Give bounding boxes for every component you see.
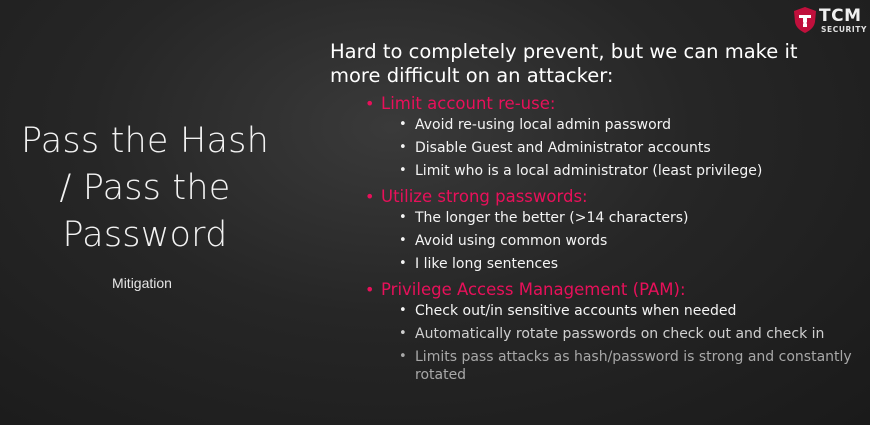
- section-heading: • Limit account re-use:: [330, 92, 860, 115]
- bullet-icon: •: [365, 94, 375, 113]
- list-item: • Avoid using common words: [330, 232, 860, 250]
- tcm-security-logo: TCM SECURITY: [792, 6, 868, 36]
- intro-line: Hard to completely prevent, but we can m…: [330, 40, 798, 63]
- list-item: • I like long sentences: [330, 255, 860, 273]
- section-heading-label: Limit account re-use:: [381, 94, 556, 113]
- logo-brand-subtext: SECURITY: [821, 25, 868, 34]
- list-item-text: I like long sentences: [415, 256, 559, 272]
- list-item: • Disable Guest and Administrator account…: [330, 139, 860, 157]
- list-item-text: Avoid using common words: [415, 233, 608, 249]
- mitigation-sections: • Limit account re-use: • Avoid re-using …: [330, 92, 860, 384]
- list-item-text: Limit who is a local administrator (leas…: [415, 163, 763, 179]
- bullet-icon: •: [399, 256, 407, 271]
- bullet-icon: •: [399, 349, 407, 364]
- list-item-text: Limits pass attacks as hash/password is …: [415, 349, 852, 383]
- list-item: • Limits pass attacks as hash/password is…: [330, 348, 860, 384]
- slide-title-line: Pass the Hash: [21, 121, 269, 161]
- bullet-icon: •: [399, 140, 407, 155]
- slide-title-line: Password: [62, 215, 228, 255]
- section-heading: • Utilize strong passwords:: [330, 185, 860, 208]
- section-strong-passwords: • Utilize strong passwords: • The longer …: [330, 185, 860, 273]
- slide-subtitle: Mitigation: [112, 275, 172, 291]
- slide-title: Pass the Hash / Pass the Password: [0, 118, 290, 259]
- list-item-text: Check out/in sensitive accounts when nee…: [415, 303, 737, 319]
- section-items: • Check out/in sensitive accounts when ne…: [330, 302, 860, 384]
- section-items: • The longer the better (>14 characters) …: [330, 209, 860, 273]
- bullet-icon: •: [365, 187, 375, 206]
- bullet-icon: •: [399, 163, 407, 178]
- list-item: • Limit who is a local administrator (lea…: [330, 162, 860, 180]
- bullet-icon: •: [399, 326, 407, 341]
- logo-brand-text: TCM: [819, 6, 862, 26]
- list-item: • Check out/in sensitive accounts when ne…: [330, 302, 860, 320]
- bullet-icon: •: [399, 117, 407, 132]
- list-item-text: Automatically rotate passwords on check …: [415, 326, 825, 342]
- section-heading-label: Utilize strong passwords:: [381, 187, 588, 206]
- section-heading: • Privilege Access Management (PAM):: [330, 278, 860, 301]
- list-item: • The longer the better (>14 characters): [330, 209, 860, 227]
- slide-title-area: Pass the Hash / Pass the Password Mitiga…: [0, 118, 290, 291]
- list-item: • Avoid re-using local admin password: [330, 116, 860, 134]
- intro-line: more difficult on an attacker:: [330, 64, 614, 87]
- list-item-text: Disable Guest and Administrator accounts: [415, 140, 711, 156]
- bullet-icon: •: [399, 210, 407, 225]
- bullet-icon: •: [365, 280, 375, 299]
- list-item-text: The longer the better (>14 characters): [415, 210, 689, 226]
- section-heading-label: Privilege Access Management (PAM):: [381, 280, 686, 299]
- slide-content: Hard to completely prevent, but we can m…: [330, 40, 860, 389]
- section-pam: • Privilege Access Management (PAM): • Ch…: [330, 278, 860, 384]
- bullet-icon: •: [399, 303, 407, 318]
- presentation-slide: TCM SECURITY Pass the Hash / Pass the Pa…: [0, 0, 870, 425]
- list-item: • Automatically rotate passwords on check…: [330, 325, 860, 343]
- section-items: • Avoid re-using local admin password • Di…: [330, 116, 860, 180]
- slide-title-line: / Pass the: [59, 168, 231, 208]
- tcm-shield-icon: [794, 7, 816, 33]
- list-item-text: Avoid re-using local admin password: [415, 117, 672, 133]
- section-limit-account-reuse: • Limit account re-use: • Avoid re-using …: [330, 92, 860, 180]
- bullet-icon: •: [399, 233, 407, 248]
- intro-text: Hard to completely prevent, but we can m…: [330, 40, 860, 88]
